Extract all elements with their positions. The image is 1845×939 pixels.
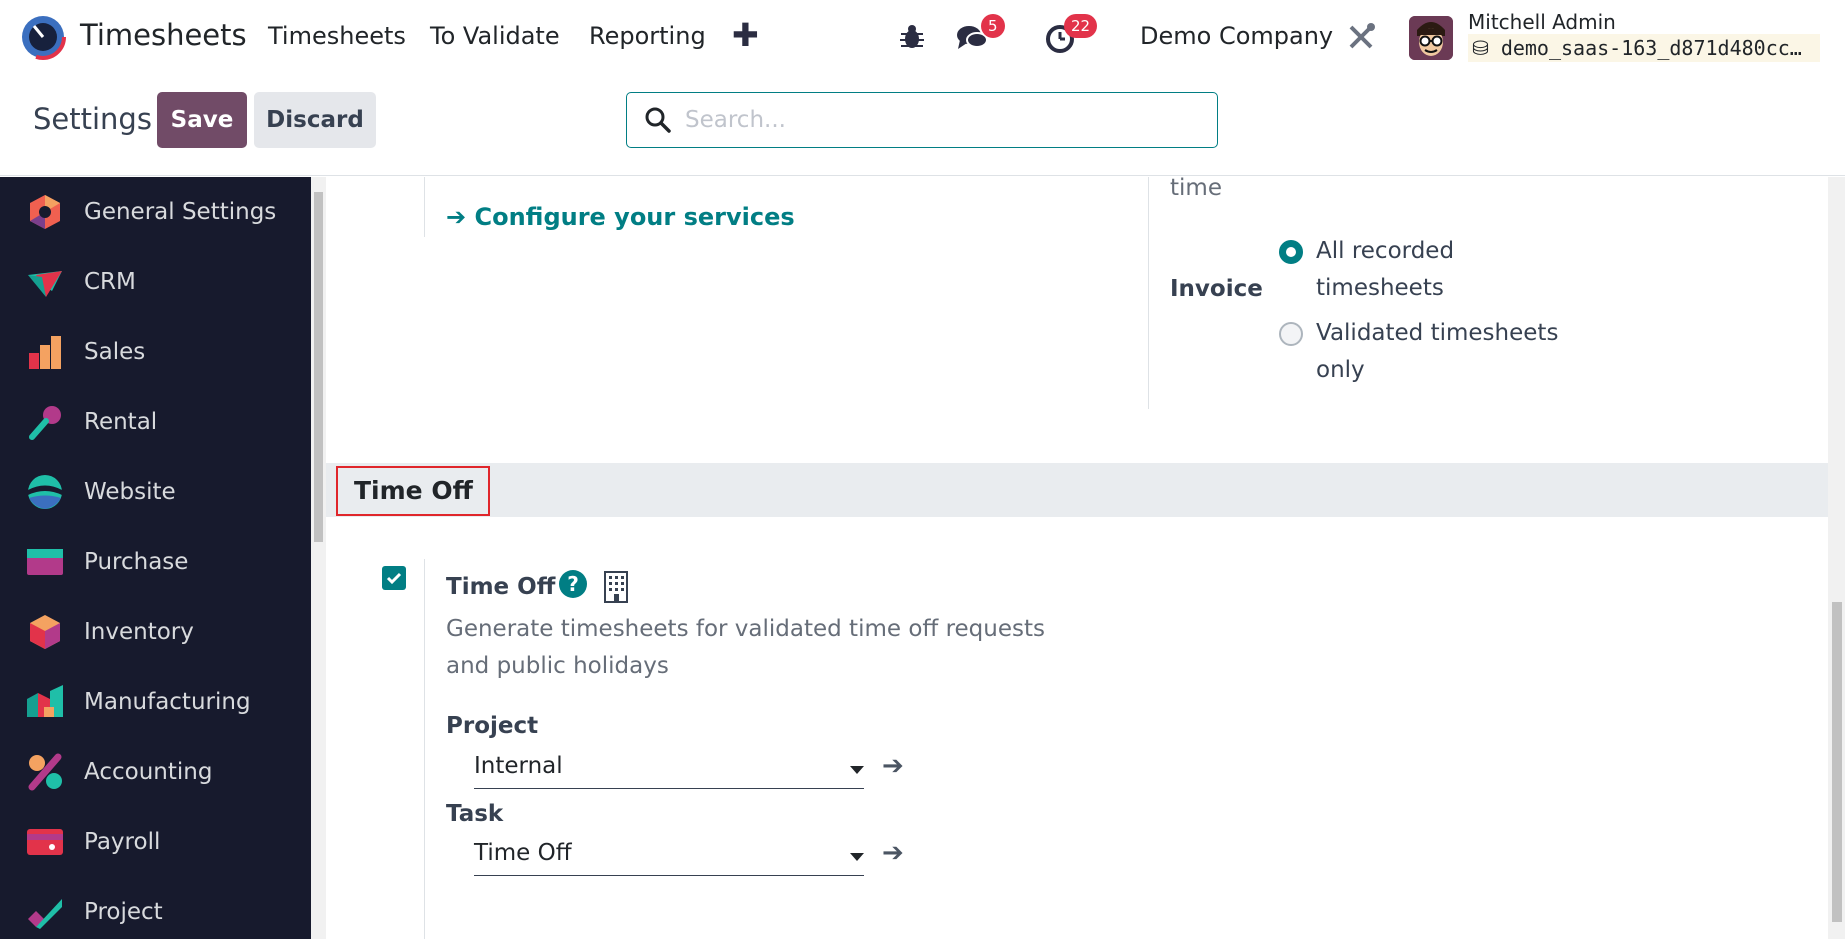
task-value: Time Off [474, 840, 572, 866]
time-text: time [1170, 177, 1222, 201]
sidebar-item-label: Website [84, 479, 176, 505]
user-avatar[interactable] [1409, 16, 1453, 60]
save-button[interactable]: Save [157, 92, 247, 148]
sidebar-item-label: Inventory [84, 619, 194, 645]
section-header: Time Off [326, 463, 1828, 517]
invoice-validated-only-radio[interactable] [1279, 322, 1303, 346]
description-line: Generate timesheets for validated time o… [446, 616, 1045, 642]
purchase-icon [27, 549, 63, 575]
content-scrollbar-thumb[interactable] [1832, 602, 1842, 922]
website-icon [28, 475, 62, 509]
sidebar-item-general-settings[interactable]: General Settings [0, 177, 311, 247]
task-select[interactable]: Time Off [474, 836, 864, 876]
page-title: Settings [33, 102, 152, 136]
radio-label-line: only [1316, 357, 1365, 383]
sidebar-item-label: CRM [84, 269, 136, 295]
discard-button[interactable]: Discard [254, 92, 376, 148]
settings-sidebar: General Settings CRM Sales Rental Websit… [0, 177, 311, 939]
help-icon[interactable]: ? [559, 570, 587, 598]
project-icon [28, 899, 62, 929]
settings-content: ➔ Configure your services time Invoice A… [326, 177, 1828, 939]
sidebar-scrollbar-thumb[interactable] [314, 192, 323, 542]
time-off-checkbox[interactable] [382, 566, 406, 590]
sidebar-item-sales[interactable]: Sales [0, 317, 311, 387]
description-line: and public holidays [446, 653, 669, 679]
check-icon [386, 572, 402, 585]
project-value: Internal [474, 753, 563, 779]
sidebar-scrollbar[interactable] [311, 177, 326, 939]
bug-icon[interactable] [895, 20, 929, 54]
invoice-validated-only-label[interactable]: Validated timesheets only [1316, 315, 1558, 389]
sidebar-item-label: General Settings [84, 199, 277, 225]
crm-icon [28, 271, 62, 297]
sidebar-item-manufacturing[interactable]: Manufacturing [0, 667, 311, 737]
sales-icon [29, 336, 61, 369]
sidebar-item-rental[interactable]: Rental [0, 387, 311, 457]
invoice-all-recorded-radio[interactable] [1279, 240, 1303, 264]
sidebar-item-label: Project [84, 899, 163, 925]
menu-to-validate[interactable]: To Validate [430, 22, 560, 50]
database-label: demo_saas-163_d871d480cc… [1500, 36, 1802, 60]
time-off-title: Time Off [446, 574, 556, 600]
configure-services-link[interactable]: ➔ Configure your services [446, 203, 795, 231]
project-open-arrow-icon[interactable]: ➔ [882, 751, 904, 781]
time-off-description: Generate timesheets for validated time o… [446, 611, 1066, 685]
control-panel: Settings Save Discard [0, 76, 1845, 176]
tools-icon[interactable] [1344, 20, 1378, 54]
sidebar-item-payroll[interactable]: Payroll [0, 807, 311, 877]
sidebar-item-purchase[interactable]: Purchase [0, 527, 311, 597]
database-name: ⛁ demo_saas-163_d871d480cc… [1468, 34, 1820, 62]
project-select[interactable]: Internal [474, 749, 864, 789]
sidebar-item-label: Rental [84, 409, 158, 435]
sidebar-item-label: Sales [84, 339, 146, 365]
task-label: Task [446, 801, 504, 827]
sidebar-item-label: Payroll [84, 829, 161, 855]
sidebar-item-crm[interactable]: CRM [0, 247, 311, 317]
messages-badge: 5 [981, 14, 1005, 38]
divider [424, 559, 425, 939]
sidebar-item-label: Accounting [84, 759, 213, 785]
manufacturing-icon [27, 685, 63, 717]
menu-reporting[interactable]: Reporting [589, 22, 706, 50]
divider [1148, 177, 1149, 409]
menu-timesheets[interactable]: Timesheets [268, 22, 406, 50]
invoice-label: Invoice [1170, 276, 1263, 302]
sidebar-item-label: Manufacturing [84, 689, 251, 715]
sidebar-item-project[interactable]: Project [0, 877, 311, 939]
top-navbar: Timesheets Timesheets To Validate Report… [0, 0, 1845, 76]
radio-label-line: All recorded [1316, 238, 1455, 264]
sidebar-item-website[interactable]: Website [0, 457, 311, 527]
invoice-all-recorded-label[interactable]: All recorded timesheets [1316, 233, 1454, 307]
general-settings-icon [30, 195, 60, 229]
rental-icon [29, 406, 61, 440]
sidebar-item-label: Purchase [84, 549, 189, 575]
chevron-down-icon [850, 853, 864, 861]
company-switcher[interactable]: Demo Company [1140, 22, 1333, 50]
app-name[interactable]: Timesheets [80, 18, 247, 52]
plus-icon[interactable]: ✚ [732, 16, 759, 54]
chevron-down-icon [850, 766, 864, 774]
search-icon [645, 107, 671, 133]
payroll-icon [27, 829, 63, 855]
sidebar-item-accounting[interactable]: Accounting [0, 737, 311, 807]
project-label: Project [446, 713, 539, 739]
section-title-time-off: Time Off [336, 466, 490, 516]
sidebar-item-inventory[interactable]: Inventory [0, 597, 311, 667]
radio-label-line: Validated timesheets [1316, 320, 1559, 346]
database-icon: ⛁ [1472, 36, 1489, 60]
inventory-icon [30, 615, 60, 649]
divider [424, 177, 425, 237]
user-name[interactable]: Mitchell Admin [1468, 10, 1616, 34]
search-box [626, 92, 1218, 148]
search-input[interactable] [685, 101, 1195, 139]
radio-label-line: timesheets [1316, 275, 1444, 301]
content-scrollbar[interactable] [1828, 177, 1845, 939]
timesheets-app-icon[interactable] [20, 14, 66, 60]
activities-badge: 22 [1064, 14, 1098, 38]
task-open-arrow-icon[interactable]: ➔ [882, 838, 904, 868]
company-building-icon [604, 571, 628, 603]
accounting-icon [28, 753, 62, 791]
